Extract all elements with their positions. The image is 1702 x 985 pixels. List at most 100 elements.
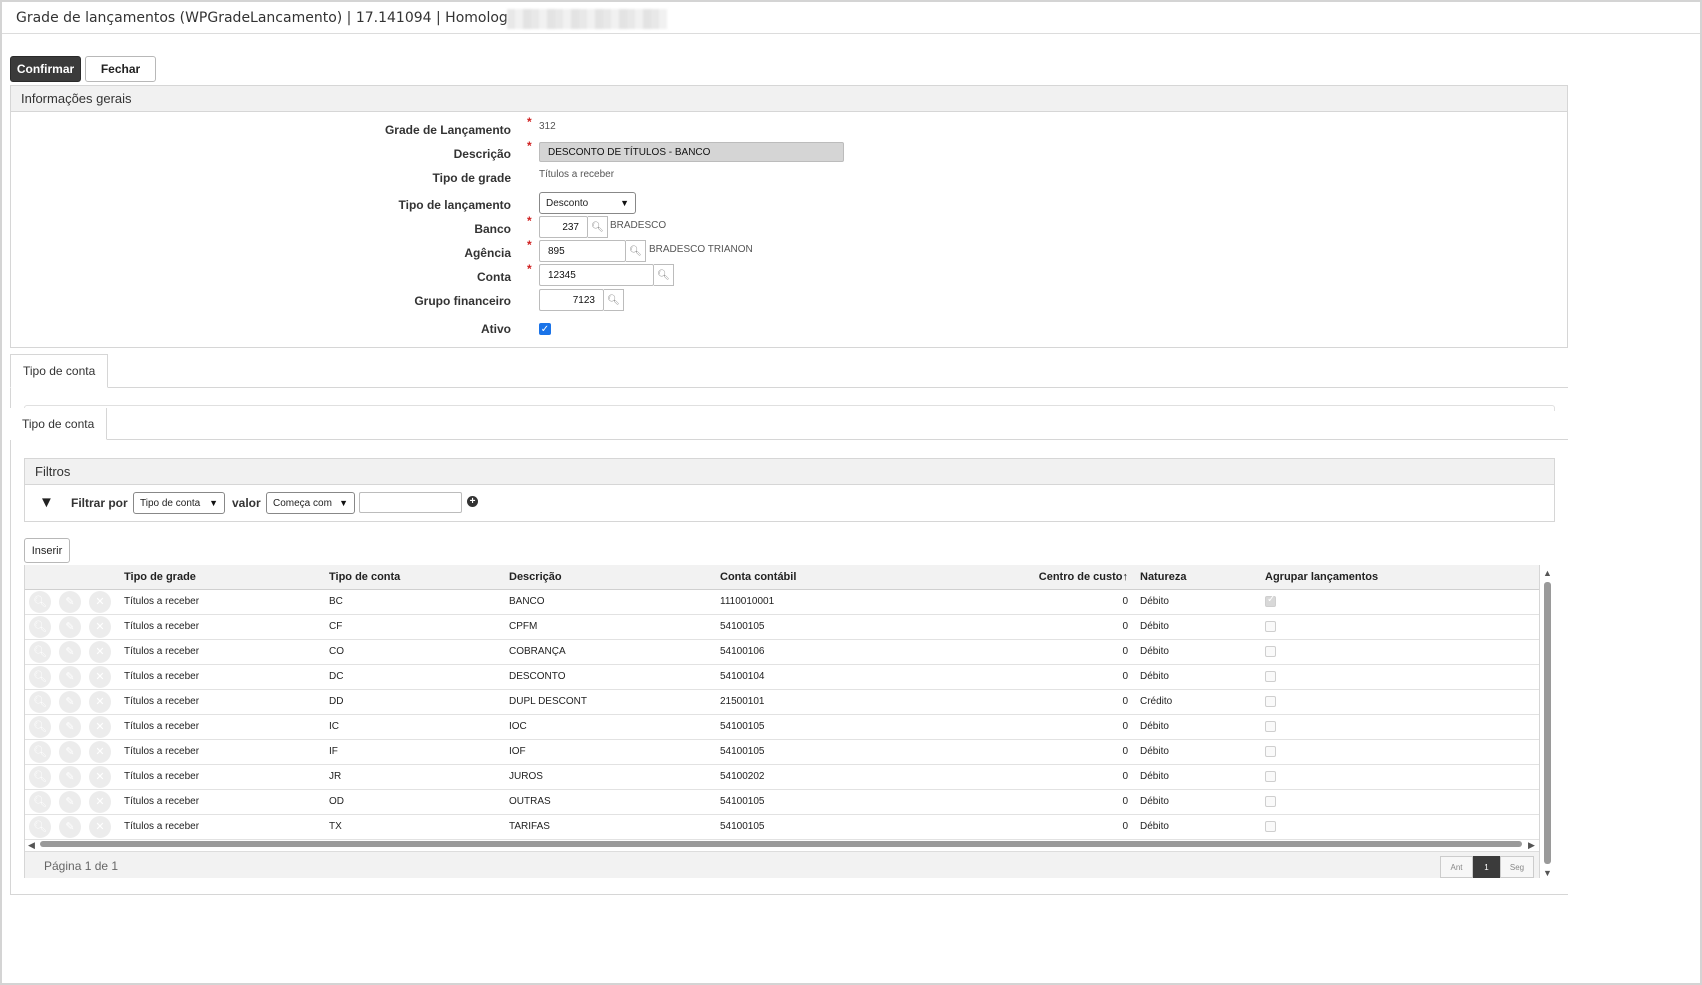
- edit-icon[interactable]: ✎: [59, 740, 81, 763]
- col-descricao[interactable]: Descrição: [503, 565, 714, 590]
- ativo-checkbox[interactable]: ✓: [539, 323, 551, 335]
- table-row[interactable]: 🔍︎ ✎ ✕ Títulos a receber TX TARIFAS 54100105 0 D…: [25, 814, 1539, 840]
- scroll-right-icon[interactable]: ▶: [1528, 840, 1536, 850]
- delete-icon[interactable]: ✕: [89, 765, 111, 788]
- filter-value-input[interactable]: [359, 492, 462, 513]
- view-icon[interactable]: 🔍︎: [29, 615, 51, 638]
- agrupar-checkbox[interactable]: [1265, 745, 1276, 757]
- delete-icon[interactable]: ✕: [89, 815, 111, 838]
- agrupar-checkbox[interactable]: [1265, 594, 1276, 607]
- agencia-search-icon[interactable]: 🔍︎: [626, 240, 646, 262]
- edit-icon[interactable]: ✎: [59, 640, 81, 663]
- delete-icon[interactable]: ✕: [89, 590, 111, 613]
- view-icon[interactable]: 🔍︎: [29, 790, 51, 813]
- table-row[interactable]: 🔍︎ ✎ ✕ Títulos a receber CF CPFM 54100105 0 Débi…: [25, 614, 1539, 640]
- table-row[interactable]: 🔍︎ ✎ ✕ Títulos a receber IF IOF 54100105 0 Débit…: [25, 739, 1539, 765]
- delete-icon[interactable]: ✕: [89, 640, 111, 663]
- cell-natureza: Débito: [1134, 789, 1259, 815]
- table-row[interactable]: 🔍︎ ✎ ✕ Títulos a receber CO COBRANÇA 54100106 0…: [25, 639, 1539, 665]
- view-icon[interactable]: 🔍︎: [29, 690, 51, 713]
- horizontal-scrollbar[interactable]: [40, 841, 1522, 847]
- edit-icon[interactable]: ✎: [59, 790, 81, 813]
- view-icon[interactable]: 🔍︎: [29, 815, 51, 838]
- edit-icon[interactable]: ✎: [59, 690, 81, 713]
- edit-icon[interactable]: ✎: [59, 715, 81, 738]
- cell-conta-contabil: 54100202: [714, 764, 899, 790]
- edit-icon[interactable]: ✎: [59, 665, 81, 688]
- edit-icon[interactable]: ✎: [59, 765, 81, 788]
- conta-search-icon[interactable]: 🔍︎: [654, 264, 674, 286]
- pager-next-button[interactable]: Seg: [1500, 856, 1534, 878]
- filters-header: Filtros: [25, 459, 1554, 485]
- grupo-search-icon[interactable]: 🔍︎: [604, 289, 624, 311]
- table-row[interactable]: 🔍︎ ✎ ✕ Títulos a receber JR JUROS 54100202 0 Déb…: [25, 764, 1539, 790]
- insert-button[interactable]: Inserir: [24, 538, 70, 563]
- agrupar-checkbox[interactable]: [1265, 645, 1276, 657]
- add-filter-icon[interactable]: +: [467, 496, 478, 507]
- agrupar-checkbox[interactable]: [1265, 670, 1276, 682]
- filter-operator-select[interactable]: Começa com ▼: [266, 492, 355, 514]
- cell-conta-contabil: 54100105: [714, 789, 899, 815]
- edit-icon[interactable]: ✎: [59, 615, 81, 638]
- cell-tipo-conta: JR: [323, 764, 503, 790]
- cell-tipo-grade: Títulos a receber: [118, 764, 323, 790]
- tab-tipo-de-conta[interactable]: Tipo de conta: [10, 354, 109, 388]
- table-row[interactable]: 🔍︎ ✎ ✕ Títulos a receber IC IOC 54100105 0 Débit…: [25, 714, 1539, 740]
- view-icon[interactable]: 🔍︎: [29, 765, 51, 788]
- pager-prev-button[interactable]: Ant: [1440, 856, 1473, 878]
- view-icon[interactable]: 🔍︎: [29, 590, 51, 613]
- col-tipo-grade[interactable]: Tipo de grade: [118, 565, 323, 590]
- tab-inner-tipo-de-conta[interactable]: Tipo de conta: [10, 408, 108, 440]
- banco-input[interactable]: 237: [539, 216, 588, 238]
- view-icon[interactable]: 🔍︎: [29, 640, 51, 663]
- pager-current-page[interactable]: 1: [1473, 856, 1500, 878]
- vertical-scrollbar[interactable]: [1544, 582, 1551, 864]
- grupo-input[interactable]: 7123: [539, 289, 604, 311]
- table-row[interactable]: 🔍︎ ✎ ✕ Títulos a receber DC DESCONTO 54100104 0…: [25, 664, 1539, 690]
- scroll-left-icon[interactable]: ◀: [28, 840, 36, 850]
- col-tipo-conta[interactable]: Tipo de conta: [323, 565, 503, 590]
- conta-input[interactable]: 12345: [539, 264, 654, 286]
- scroll-up-icon[interactable]: ▲: [1543, 568, 1552, 578]
- tipo-lancamento-select[interactable]: Desconto ▼: [539, 192, 636, 214]
- view-icon[interactable]: 🔍︎: [29, 665, 51, 688]
- descricao-input[interactable]: DESCONTO DE TÍTULOS - BANCO: [539, 142, 844, 162]
- required-marker: *: [527, 262, 532, 276]
- agrupar-checkbox[interactable]: [1265, 720, 1276, 732]
- confirm-button[interactable]: Confirmar: [10, 56, 81, 82]
- col-agrupar[interactable]: Agrupar lançamentos: [1259, 565, 1539, 590]
- col-conta-contabil[interactable]: Conta contábil: [714, 565, 899, 590]
- collapsed-section: [24, 405, 1555, 411]
- banco-search-icon[interactable]: 🔍︎: [588, 216, 608, 238]
- view-icon[interactable]: 🔍︎: [29, 715, 51, 738]
- agencia-input[interactable]: 895: [539, 240, 626, 262]
- view-icon[interactable]: 🔍︎: [29, 740, 51, 763]
- pager-info: Página 1 de 1: [44, 859, 119, 873]
- close-button[interactable]: Fechar: [85, 56, 156, 82]
- filter-icon[interactable]: ▼: [39, 494, 54, 511]
- delete-icon[interactable]: ✕: [89, 740, 111, 763]
- agrupar-checkbox[interactable]: [1265, 695, 1276, 707]
- cell-tipo-conta: DD: [323, 689, 503, 715]
- delete-icon[interactable]: ✕: [89, 615, 111, 638]
- delete-icon[interactable]: ✕: [89, 715, 111, 738]
- table-row[interactable]: 🔍︎ ✎ ✕ Títulos a receber BC BANCO 1110010001 0 D…: [25, 589, 1539, 615]
- agrupar-checkbox[interactable]: [1265, 620, 1276, 632]
- table-row[interactable]: 🔍︎ ✎ ✕ Títulos a receber OD OUTRAS 54100105 0 Dé…: [25, 789, 1539, 815]
- cell-agrupar: [1259, 614, 1539, 640]
- edit-icon[interactable]: ✎: [59, 815, 81, 838]
- agrupar-checkbox[interactable]: [1265, 770, 1276, 782]
- edit-icon[interactable]: ✎: [59, 590, 81, 613]
- delete-icon[interactable]: ✕: [89, 690, 111, 713]
- filter-field-select[interactable]: Tipo de conta ▼: [133, 492, 225, 514]
- col-centro-custo[interactable]: Centro de custo↑: [899, 565, 1134, 590]
- cell-conta-contabil: 21500101: [714, 689, 899, 715]
- delete-icon[interactable]: ✕: [89, 790, 111, 813]
- agrupar-checkbox[interactable]: [1265, 820, 1276, 832]
- col-natureza[interactable]: Natureza: [1134, 565, 1259, 590]
- cell-agrupar: [1259, 689, 1539, 715]
- scroll-down-icon[interactable]: ▼: [1543, 868, 1552, 878]
- agrupar-checkbox[interactable]: [1265, 795, 1276, 807]
- delete-icon[interactable]: ✕: [89, 665, 111, 688]
- table-row[interactable]: 🔍︎ ✎ ✕ Títulos a receber DD DUPL DESCONT 21500…: [25, 689, 1539, 715]
